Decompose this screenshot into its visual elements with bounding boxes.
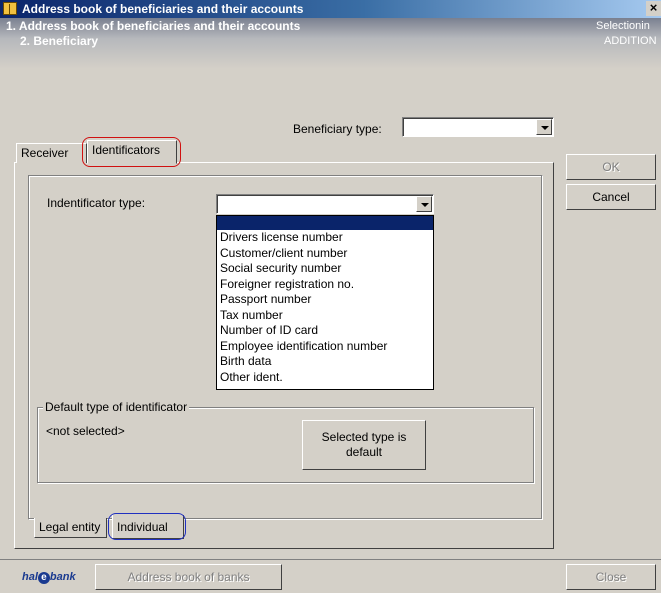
identificator-type-option[interactable]: Other ident. — [217, 370, 433, 386]
selected-type-default-button[interactable]: Selected type is default — [302, 420, 426, 470]
tab-identificators[interactable]: Identificators — [87, 140, 177, 164]
default-type-group — [37, 407, 534, 483]
halcom-ebank-logo: hal e bank — [22, 571, 76, 585]
identificator-type-label: Indentificator type: — [47, 196, 146, 210]
tab-legal-entity[interactable]: Legal entity — [34, 518, 107, 538]
default-type-legend: Default type of identificator — [43, 400, 190, 414]
tab-receiver[interactable]: Receiver — [16, 143, 87, 163]
address-book-of-banks-button[interactable]: Address book of banks — [95, 564, 282, 590]
identificator-type-dropdown[interactable]: Drivers license number Customer/client nu… — [216, 215, 434, 390]
title-bar[interactable]: Address book of beneficiaries and their … — [0, 0, 661, 18]
tab-individual-label: Individual — [117, 520, 168, 534]
close-button[interactable]: Close — [566, 564, 656, 590]
header-band: 1. Address book of beneficiaries and the… — [0, 18, 661, 69]
identificator-type-option[interactable]: Foreigner registration no. — [217, 277, 433, 293]
beneficiary-type-select[interactable] — [402, 117, 554, 137]
beneficiary-type-label: Beneficiary type: — [293, 122, 382, 136]
tab-legal-entity-label: Legal entity — [39, 520, 101, 534]
tab-receiver-label: Receiver — [21, 146, 69, 160]
identificator-type-select[interactable] — [216, 194, 434, 214]
ok-button[interactable]: OK — [566, 154, 656, 180]
breadcrumb-level-1: 1. Address book of beneficiaries and the… — [6, 19, 301, 33]
chevron-down-icon[interactable] — [416, 196, 432, 212]
logo-suffix: bank — [49, 571, 76, 583]
chevron-down-icon[interactable] — [536, 119, 552, 135]
close-icon[interactable]: × — [646, 1, 661, 16]
mode-label: Selectionin — [596, 20, 650, 32]
logo-e: e — [37, 572, 50, 584]
identificator-type-option[interactable]: Drivers license number — [217, 230, 433, 246]
action-label: ADDITION — [604, 35, 657, 47]
identificator-type-option[interactable]: Passport number — [217, 292, 433, 308]
default-type-value: <not selected> — [46, 424, 125, 438]
identificator-type-option[interactable]: Social security number — [217, 261, 433, 277]
identificator-type-option[interactable] — [217, 216, 433, 230]
identificator-type-option[interactable]: Employee identification number — [217, 339, 433, 355]
address-book-icon — [3, 2, 17, 15]
logo-prefix: hal — [22, 571, 38, 583]
window-title: Address book of beneficiaries and their … — [22, 2, 304, 16]
identificator-type-option[interactable]: Customer/client number — [217, 246, 433, 262]
tab-identificators-label: Identificators — [92, 143, 161, 157]
cancel-button[interactable]: Cancel — [566, 184, 656, 210]
breadcrumb-level-2: 2. Beneficiary — [20, 34, 99, 48]
identificator-type-option[interactable]: Birth data — [217, 354, 433, 370]
tab-individual[interactable]: Individual — [112, 515, 184, 539]
identificator-type-option[interactable]: Tax number — [217, 308, 433, 324]
identificator-type-option[interactable]: Number of ID card — [217, 323, 433, 339]
